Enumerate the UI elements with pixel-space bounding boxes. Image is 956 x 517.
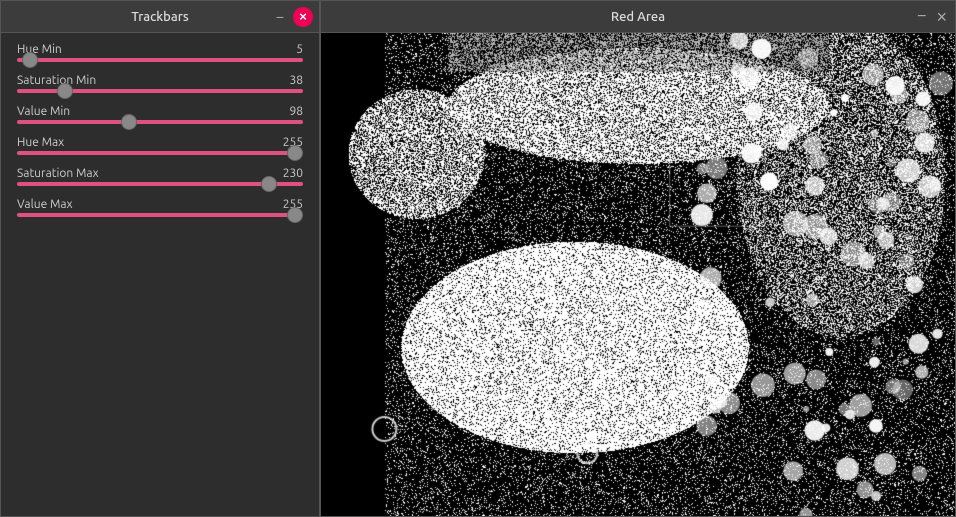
slider-group-value-min: Value Min98	[17, 105, 303, 124]
red-area-panel: Red Area − ×	[320, 0, 956, 517]
slider-input-saturation-max[interactable]	[17, 182, 303, 186]
trackbars-window-controls: − ×	[271, 7, 313, 27]
red-area-close-button[interactable]: ×	[934, 8, 949, 26]
trackbars-panel: Trackbars − × Hue Min5 Saturation Min38 Va…	[0, 0, 320, 517]
slider-group-saturation-min: Saturation Min38	[17, 74, 303, 93]
slider-group-value-max: Value Max255	[17, 198, 303, 217]
trackbars-titlebar: Trackbars − ×	[1, 1, 319, 33]
red-area-title: Red Area	[611, 10, 665, 24]
trackbars-title: Trackbars	[131, 10, 188, 24]
red-area-window-controls: − ×	[915, 8, 949, 26]
red-area-titlebar: Red Area − ×	[321, 1, 955, 33]
trackbars-close-button[interactable]: ×	[293, 7, 313, 27]
slider-group-saturation-max: Saturation Max230	[17, 167, 303, 186]
slider-group-hue-min: Hue Min5	[17, 43, 303, 62]
slider-group-hue-max: Hue Max255	[17, 136, 303, 155]
slider-input-value-min[interactable]	[17, 120, 303, 124]
trackbars-content: Hue Min5 Saturation Min38 Value Min98 Hue M…	[1, 33, 319, 516]
slider-input-value-max[interactable]	[17, 213, 303, 217]
red-area-canvas	[321, 33, 955, 516]
trackbars-minimize-button[interactable]: −	[271, 8, 289, 26]
slider-input-hue-max[interactable]	[17, 151, 303, 155]
red-area-image-container	[321, 33, 955, 516]
slider-input-saturation-min[interactable]	[17, 89, 303, 93]
slider-input-hue-min[interactable]	[17, 58, 303, 62]
red-area-minimize-button[interactable]: −	[915, 9, 928, 25]
